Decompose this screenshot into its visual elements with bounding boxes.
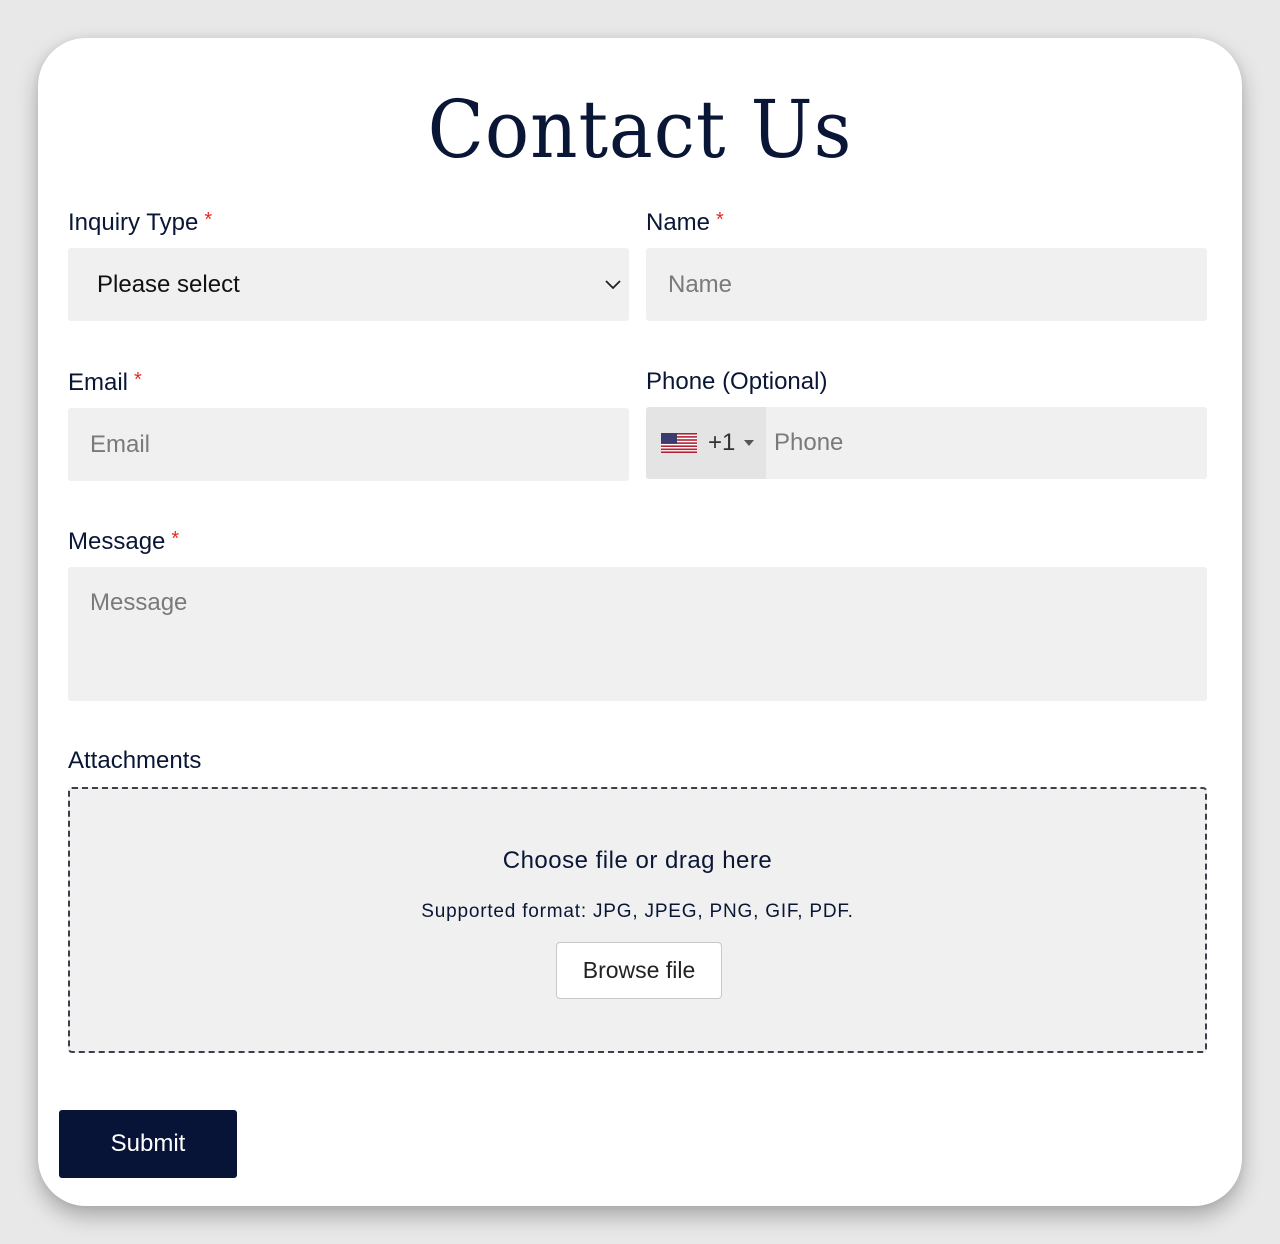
required-asterisk: * xyxy=(171,528,180,550)
message-label-text: Message xyxy=(68,528,166,555)
email-placeholder: Email xyxy=(90,430,151,458)
dropzone-prompt: Choose file or drag here xyxy=(502,847,773,874)
dial-code: +1 xyxy=(708,429,736,456)
inquiry-type-label-text: Inquiry Type xyxy=(68,209,199,236)
attachments-label: Attachments xyxy=(68,749,201,773)
email-label-text: Email xyxy=(68,369,129,396)
page-title: Contact Us xyxy=(427,83,853,176)
email-label: Email * xyxy=(68,370,142,395)
caret-down-icon xyxy=(744,440,754,446)
message-placeholder: Message xyxy=(90,589,188,616)
required-asterisk: * xyxy=(134,369,142,391)
name-label-text: Name xyxy=(646,209,711,236)
required-asterisk: * xyxy=(716,209,724,231)
phone-placeholder: Phone xyxy=(774,429,844,456)
us-flag-icon xyxy=(661,433,697,453)
phone-label-text: Phone (Optional) xyxy=(646,368,828,395)
email-input[interactable]: Email xyxy=(68,408,629,481)
phone-label: Phone (Optional) xyxy=(646,370,827,394)
message-label: Message * xyxy=(68,529,179,554)
chevron-down-icon xyxy=(605,279,621,289)
attachments-label-text: Attachments xyxy=(68,747,202,774)
name-label: Name * xyxy=(646,210,724,235)
inquiry-type-select[interactable]: Please select xyxy=(68,248,629,321)
supported-formats: Supported format: JPG, JPEG, PNG, GIF, P… xyxy=(421,901,854,922)
message-textarea[interactable]: Message xyxy=(68,567,1207,701)
required-asterisk: * xyxy=(204,209,213,231)
file-dropzone[interactable]: Choose file or drag here Supported forma… xyxy=(68,787,1207,1053)
inquiry-type-label: Inquiry Type * xyxy=(68,210,212,235)
inquiry-type-value: Please select xyxy=(97,270,240,298)
browse-file-button[interactable]: Browse file xyxy=(556,942,722,999)
name-input[interactable]: Name xyxy=(646,248,1207,321)
contact-card: Contact Us Inquiry Type * Please select N… xyxy=(38,38,1242,1206)
name-placeholder: Name xyxy=(668,270,733,298)
country-code-selector[interactable]: +1 xyxy=(646,407,766,479)
submit-button[interactable]: Submit xyxy=(59,1110,237,1178)
phone-input[interactable]: +1 Phone xyxy=(646,407,1207,479)
